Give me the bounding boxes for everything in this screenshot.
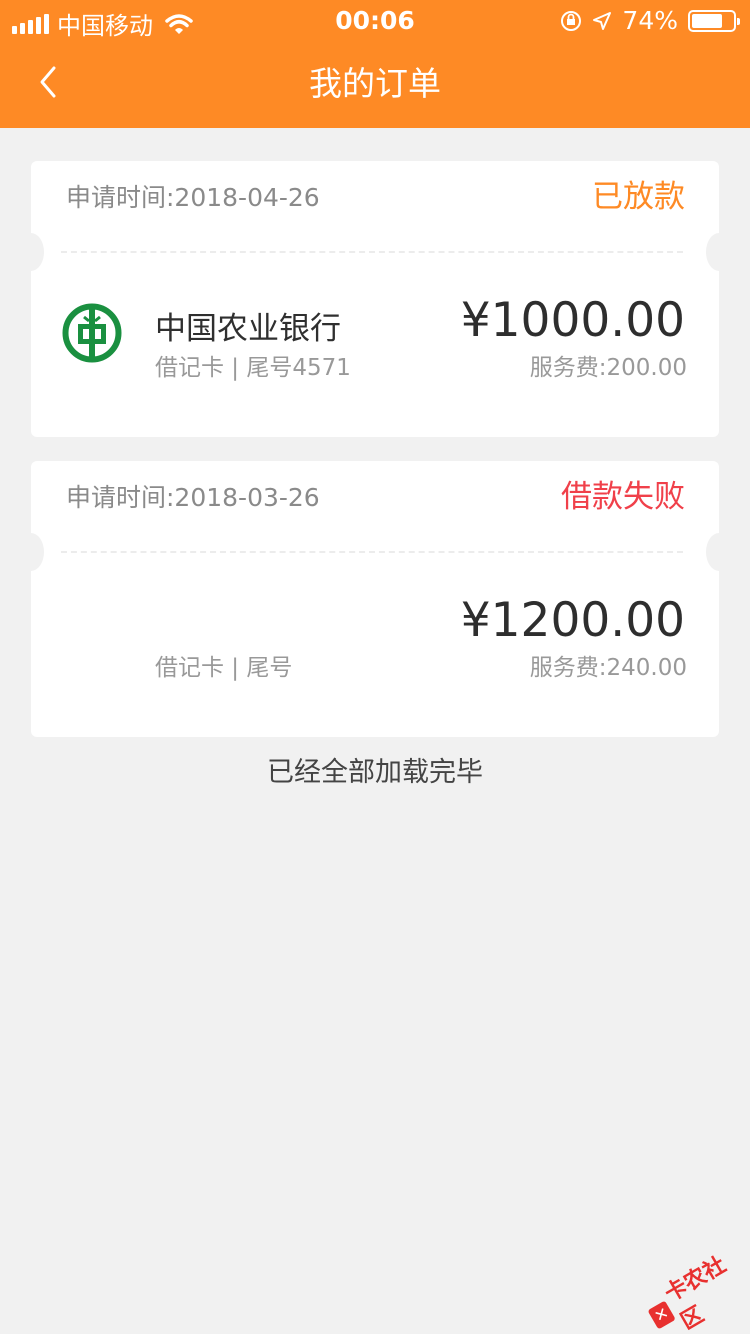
apply-time: 申请时间:2018-04-26 — [66, 183, 320, 212]
order-status: 借款失败 — [561, 479, 685, 515]
card-notch-right — [706, 533, 732, 571]
card-notch-left — [18, 533, 44, 571]
battery-icon — [688, 9, 740, 32]
watermark: ✕ 卡农社区 — [637, 1240, 750, 1334]
abc-bank-logo-icon — [62, 303, 122, 363]
status-right: 74% — [560, 6, 740, 35]
order-status: 已放款 — [592, 179, 685, 215]
header: 中国移动 00:06 74% 我的订单 — [0, 0, 750, 128]
order-card[interactable]: 申请时间:2018-04-26 已放款 中国农业银行 借记卡 | 尾号4571 … — [18, 161, 732, 437]
service-fee: 服务费:200.00 — [529, 355, 687, 381]
card-notch-right — [706, 233, 732, 271]
page-title: 我的订单 — [309, 64, 441, 103]
apply-time: 申请时间:2018-03-26 — [66, 483, 320, 512]
battery-percent: 74% — [622, 6, 678, 35]
battery-fill — [692, 13, 722, 28]
service-fee: 服务费:240.00 — [529, 655, 687, 681]
orientation-lock-icon — [561, 10, 582, 31]
status-bar: 中国移动 00:06 74% — [0, 0, 750, 40]
card-divider — [61, 251, 683, 253]
loan-amount: ¥1000.00 — [460, 293, 685, 348]
loan-amount: ¥1200.00 — [460, 593, 685, 648]
location-icon — [593, 11, 612, 30]
order-card[interactable]: 申请时间:2018-03-26 借款失败 借记卡 | 尾号 ¥1200.00 服… — [18, 461, 732, 737]
card-divider — [61, 551, 683, 553]
bank-name: 中国农业银行 — [155, 311, 341, 347]
card-info: 借记卡 | 尾号 — [155, 655, 293, 681]
card-notch-left — [18, 233, 44, 271]
all-loaded-text: 已经全部加载完毕 — [267, 757, 483, 788]
card-info: 借记卡 | 尾号4571 — [155, 355, 351, 381]
